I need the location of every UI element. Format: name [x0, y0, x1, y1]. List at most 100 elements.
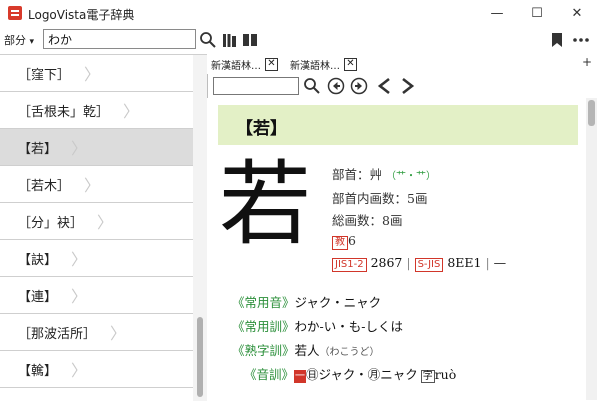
reading-tag: 《常用音》 [232, 295, 295, 310]
list-item-label: ［那波活所］ [18, 326, 97, 342]
reading-note: （わこうど） [319, 347, 380, 358]
tab-dictionary-2[interactable]: 新漢語林… ✕ [290, 55, 357, 73]
more-icon[interactable] [572, 31, 590, 49]
chevron-right-icon: 〉 [71, 250, 88, 269]
list-item-label: ［窪下］ [18, 67, 71, 83]
scrollbar-thumb[interactable] [197, 317, 203, 397]
chevron-right-icon: 〉 [123, 102, 140, 121]
jis-badge: JIS1-2 [332, 258, 367, 272]
reading-badge: 一 [294, 370, 307, 383]
back-arrow-icon[interactable] [376, 77, 394, 95]
kan-on-text: ニャク [380, 367, 418, 382]
search-icon[interactable] [303, 77, 321, 95]
reading-text: わか-い・も-しくは [294, 319, 403, 334]
circle-forward-icon[interactable] [350, 77, 368, 95]
grade-line: 教6 [332, 233, 356, 250]
reading-text: 若人 [294, 343, 320, 358]
jis-code: 2867 [370, 255, 403, 270]
reading-on-kun: 《音訓》一㊐ジャク・㊊ニャク字 ruò [244, 364, 456, 383]
list-item-label: ［若木］ [18, 178, 71, 194]
content-toolbar [207, 74, 597, 98]
entry-scrollbar[interactable] [586, 98, 597, 400]
result-list-scrollbar[interactable] [193, 55, 207, 401]
columns-icon[interactable] [242, 32, 258, 48]
tab-strip: 新漢語林… ✕ 新漢語林… ✕ + [207, 54, 597, 74]
close-window-button[interactable]: ✕ [557, 0, 597, 27]
main-toolbar: 部分 ▾ [0, 27, 597, 54]
chevron-right-icon: 〉 [71, 361, 88, 380]
result-list: ［窪下］ 〉 ［舌根未」乾］ 〉【若】〉 ［若木］ 〉 ［分」袂］ 〉【訣】〉【連】〉 ［那波活… [0, 54, 207, 401]
headword: 【若】 [236, 119, 287, 139]
list-item[interactable]: 【䮧】〉 [0, 351, 193, 388]
list-item[interactable]: 【訣】〉 [0, 240, 193, 277]
kan-on-mark: ㊊ [367, 367, 381, 382]
maximize-button[interactable]: ☐ [517, 0, 557, 27]
minimize-button[interactable]: — [477, 0, 517, 27]
list-item[interactable]: 【若】〉 [0, 129, 193, 166]
reading-tag: 《熟字訓》 [232, 343, 295, 358]
pinyin-box: 字 [420, 370, 435, 383]
list-item[interactable]: ［分」袂］ 〉 [0, 203, 193, 240]
search-mode-select[interactable]: 部分 ▾ [4, 32, 34, 48]
close-icon[interactable]: ✕ [344, 57, 357, 71]
title-bar: LogoVista電子辞典 — ☐ ✕ [0, 0, 597, 27]
go-on-text: ジャク・ [318, 367, 368, 382]
radical-line: 部首：艸 （艹・⺾） [332, 164, 436, 183]
reading-text: ジャク・ニャク [294, 295, 382, 310]
list-item[interactable]: ［若木］ 〉 [0, 166, 193, 203]
separator: | [485, 255, 490, 270]
close-icon[interactable]: ✕ [265, 57, 278, 71]
list-item[interactable]: ［舌根未」乾］ 〉 [0, 92, 193, 129]
grade-badge: 教 [332, 236, 348, 250]
sjis-badge: S-JIS [414, 258, 444, 272]
list-item-label: ［分」袂］ [18, 215, 84, 231]
grade-value: 6 [348, 233, 356, 248]
chevron-right-icon: 〉 [84, 65, 101, 84]
tab-label: 新漢語林… [290, 60, 340, 72]
chevron-right-icon: 〉 [84, 176, 101, 195]
add-tab-button[interactable]: + [582, 55, 592, 69]
separator: | [406, 255, 411, 270]
forward-arrow-icon[interactable] [398, 77, 416, 95]
dictionary-entry: 【若】 若 部首：艸 （艹・⺾） 部首内画数：5画 総画数：8画 教6 JIS1… [207, 98, 597, 400]
pinyin: ruò [434, 367, 457, 382]
list-item[interactable]: 【連】〉 [0, 277, 193, 314]
search-icon[interactable] [199, 31, 217, 49]
list-item[interactable]: ［那波活所］ 〉 [0, 314, 193, 351]
list-item-label: 【䮧】 [18, 363, 58, 379]
chevron-right-icon: 〉 [110, 324, 127, 343]
search-mode-label: 部分 [4, 34, 26, 47]
search-input[interactable] [43, 29, 196, 49]
list-item-label: 【訣】 [18, 252, 58, 268]
scrollbar-thumb[interactable] [588, 100, 595, 126]
circle-back-icon[interactable] [327, 77, 345, 95]
reading-common-kun: 《常用訓》わか-い・も-しくは [232, 316, 403, 335]
inner-stroke-count: 部首内画数：5画 [332, 191, 428, 206]
sjis-code: 8EE1 [447, 255, 482, 270]
dash: — [493, 255, 507, 270]
code-line: JIS1-2 2867 | S-JIS 8EE1 | — [332, 255, 506, 272]
chevron-down-icon: ▾ [29, 37, 35, 47]
radical-label: 部首：艸 [332, 167, 383, 182]
list-item-label: 【若】 [18, 141, 58, 157]
window-title: LogoVista電子辞典 [28, 8, 135, 22]
list-item-label: ［舌根未」乾］ [18, 104, 110, 120]
chevron-right-icon: 〉 [71, 287, 88, 306]
books-icon[interactable] [222, 32, 238, 48]
tab-dictionary-1[interactable]: 新漢語林… ✕ [211, 55, 278, 73]
tab-label: 新漢語林… [211, 60, 261, 72]
reading-tag: 《常用訓》 [232, 319, 295, 334]
app-logo-icon [8, 6, 22, 20]
reading-common-on: 《常用音》ジャク・ニャク [232, 292, 381, 311]
total-stroke-count: 総画数：8画 [332, 213, 403, 228]
content-search-input[interactable] [213, 77, 299, 95]
chevron-right-icon: 〉 [97, 213, 114, 232]
headword-band: 【若】 [218, 105, 578, 145]
list-item[interactable]: ［窪下］ 〉 [0, 55, 193, 92]
go-on-mark: ㊐ [306, 367, 319, 382]
reading-jukujikun: 《熟字訓》若人（わこうど） [232, 340, 380, 359]
large-kanji: 若 [219, 151, 312, 258]
radical-variants: （艹・⺾） [386, 171, 436, 182]
list-item-label: 【連】 [18, 289, 58, 305]
bookmark-icon[interactable] [550, 32, 564, 48]
